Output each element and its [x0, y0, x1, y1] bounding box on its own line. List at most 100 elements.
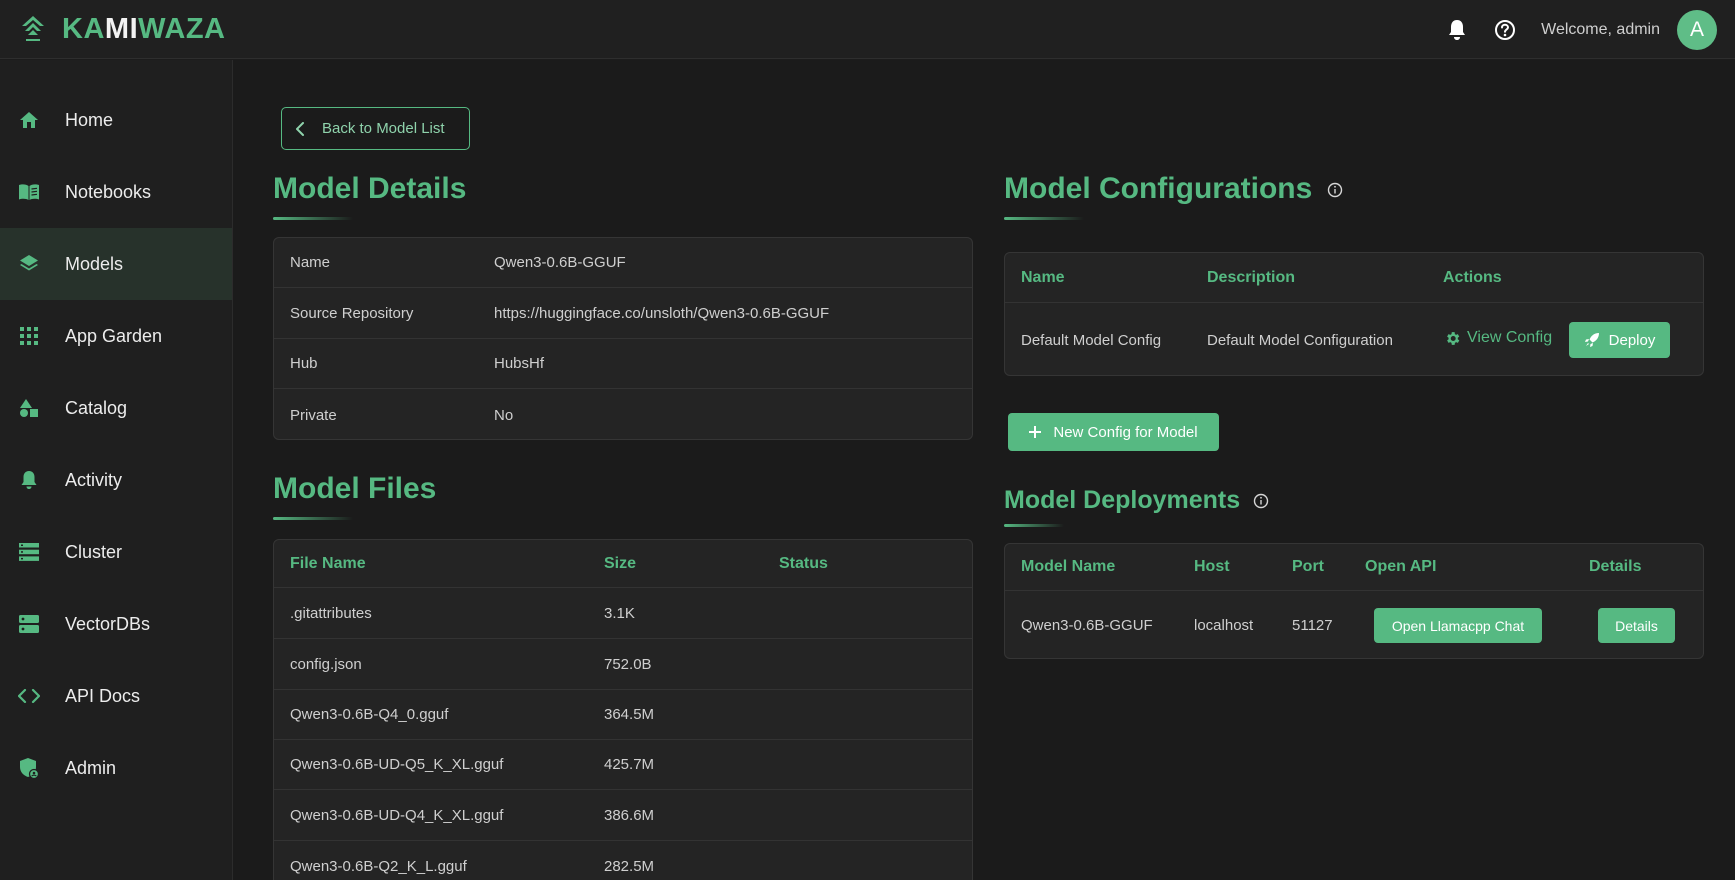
table-row: .gitattributes 3.1K — [274, 588, 972, 639]
table-row: Qwen3-0.6B-UD-Q5_K_XL.gguf 425.7M — [274, 740, 972, 790]
source-repository-link[interactable]: https://huggingface.co/unsloth/Qwen3-0.6… — [494, 305, 829, 322]
deploy-button[interactable]: Deploy — [1569, 322, 1670, 358]
sidebar-item-label: Home — [65, 109, 114, 130]
sidebar-item-cluster[interactable]: Cluster — [0, 516, 232, 588]
detail-value: Qwen3-0.6B-GGUF — [494, 254, 626, 271]
title-underline — [1004, 524, 1064, 527]
file-size: 752.0B — [604, 655, 652, 673]
table-row: Qwen3-0.6B-Q2_K_L.gguf 282.5M — [274, 841, 972, 880]
column-header: Actions — [1443, 268, 1502, 286]
home-icon — [18, 109, 40, 131]
help-icon[interactable] — [1493, 18, 1517, 42]
logo-icon — [22, 16, 44, 41]
new-config-label: New Config for Model — [1053, 423, 1198, 441]
sidebar-item-activity[interactable]: Activity — [0, 444, 232, 516]
sidebar-item-catalog[interactable]: Catalog — [0, 372, 232, 444]
server-list-icon — [18, 541, 40, 563]
sidebar-item-notebooks[interactable]: Notebooks — [0, 156, 232, 228]
file-name: Qwen3-0.6B-Q2_K_L.gguf — [290, 857, 467, 875]
column-header: File Name — [290, 554, 366, 572]
model-configurations-title-text: Model Configurations — [1004, 172, 1313, 205]
open-llamacpp-chat-button[interactable]: Open Llamacpp Chat — [1374, 608, 1542, 643]
grid-icon — [18, 325, 40, 347]
code-icon — [18, 685, 40, 707]
model-configurations-title: Model Configurations — [1004, 172, 1343, 206]
model-deployments-title-text: Model Deployments — [1004, 486, 1241, 514]
file-name: Qwen3-0.6B-Q4_0.gguf — [290, 706, 449, 723]
detail-value: No — [494, 406, 514, 424]
column-header: Open API — [1365, 558, 1437, 575]
deployment-host: localhost — [1194, 617, 1254, 634]
deploy-label: Deploy — [1608, 331, 1656, 349]
detail-label: Hub — [290, 355, 318, 372]
title-underline — [273, 217, 353, 220]
sidebar-item-vectordbs[interactable]: VectorDBs — [0, 588, 232, 660]
new-config-for-model-button[interactable]: New Config for Model — [1008, 413, 1219, 451]
column-header: Host — [1194, 558, 1230, 575]
file-size: 386.6M — [604, 806, 655, 824]
back-to-model-list-button[interactable]: Back to Model List — [281, 107, 470, 150]
detail-row-private: Private No — [274, 389, 972, 439]
column-header: Details — [1589, 558, 1642, 575]
model-files-table: File Name Size Status .gitattributes 3.1… — [273, 539, 973, 880]
model-details-title: Model Details — [273, 172, 467, 205]
sidebar-item-home[interactable]: Home — [0, 84, 232, 156]
sidebar-item-models[interactable]: Models — [0, 228, 232, 300]
main-content: Back to Model List Model Details Name Qw… — [233, 60, 1735, 880]
sidebar-item-app-garden[interactable]: App Garden — [0, 300, 232, 372]
rocket-icon — [1584, 333, 1599, 347]
detail-row-source: Source Repository https://huggingface.co… — [274, 288, 972, 339]
deployment-port: 51127 — [1292, 617, 1333, 634]
logo[interactable]: KAMIWAZA — [20, 13, 226, 46]
table-row: Qwen3-0.6B-UD-Q4_K_XL.gguf 386.6M — [274, 790, 972, 841]
sidebar-item-label: Catalog — [65, 397, 128, 418]
sidebar-item-label: Activity — [65, 469, 123, 490]
info-icon[interactable] — [1253, 493, 1269, 509]
sidebar-item-label: Cluster — [65, 541, 123, 562]
sidebar-item-admin[interactable]: Admin — [0, 732, 232, 804]
config-name: Default Model Config — [1021, 331, 1162, 349]
view-config-button[interactable]: View Config — [1444, 329, 1552, 347]
gear-icon — [1447, 331, 1460, 345]
column-header: Name — [1021, 268, 1065, 286]
file-size: 3.1K — [604, 604, 635, 622]
title-underline — [273, 517, 353, 520]
table-row: Qwen3-0.6B-GGUF localhost 51127 Open Lla… — [1005, 591, 1703, 658]
logo-text: KAMIWAZA — [62, 12, 226, 45]
column-header: Description — [1207, 268, 1296, 286]
model-files-title: Model Files — [273, 472, 437, 505]
sidebar-item-api-docs[interactable]: API Docs — [0, 660, 232, 732]
detail-row-name: Name Qwen3-0.6B-GGUF — [274, 238, 972, 288]
sidebar-item-label: API Docs — [65, 685, 141, 706]
layers-icon — [18, 253, 40, 275]
details-label: Details — [1615, 617, 1658, 634]
column-header: Status — [779, 554, 828, 572]
avatar[interactable]: A — [1677, 9, 1717, 50]
view-config-label: View Config — [1467, 329, 1553, 346]
sidebar-item-label: Notebooks — [65, 181, 152, 202]
top-bar: KAMIWAZA Welcome, admin A — [0, 0, 1735, 59]
open-api-label: Open Llamacpp Chat — [1391, 617, 1525, 634]
file-name: Qwen3-0.6B-UD-Q5_K_XL.gguf — [290, 756, 504, 773]
welcome-text: Welcome, admin — [1541, 20, 1660, 38]
detail-label: Source Repository — [290, 304, 414, 322]
plus-icon — [1029, 426, 1042, 438]
table-row: config.json 752.0B — [274, 639, 972, 690]
sidebar-item-label: Models — [65, 253, 124, 274]
column-header: Model Name — [1021, 558, 1116, 575]
bell-icon — [18, 469, 40, 491]
table-row: Qwen3-0.6B-Q4_0.gguf 364.5M — [274, 690, 972, 740]
title-underline — [1004, 217, 1084, 220]
model-deployments-title: Model Deployments — [1004, 486, 1269, 515]
notifications-bell-icon[interactable] — [1445, 18, 1469, 42]
info-icon[interactable] — [1327, 182, 1343, 198]
table-row: Default Model Config Default Model Confi… — [1005, 303, 1703, 375]
sidebar-item-label: Admin — [65, 757, 117, 778]
deployment-details-button[interactable]: Details — [1598, 608, 1675, 643]
database-icon — [18, 613, 40, 635]
table-header: Model Name Host Port Open API Details — [1005, 544, 1703, 591]
model-deployments-table: Model Name Host Port Open API Details Qw… — [1004, 543, 1704, 659]
table-header: File Name Size Status — [274, 540, 972, 588]
shield-user-icon — [18, 757, 40, 779]
detail-label: Private — [290, 406, 337, 424]
